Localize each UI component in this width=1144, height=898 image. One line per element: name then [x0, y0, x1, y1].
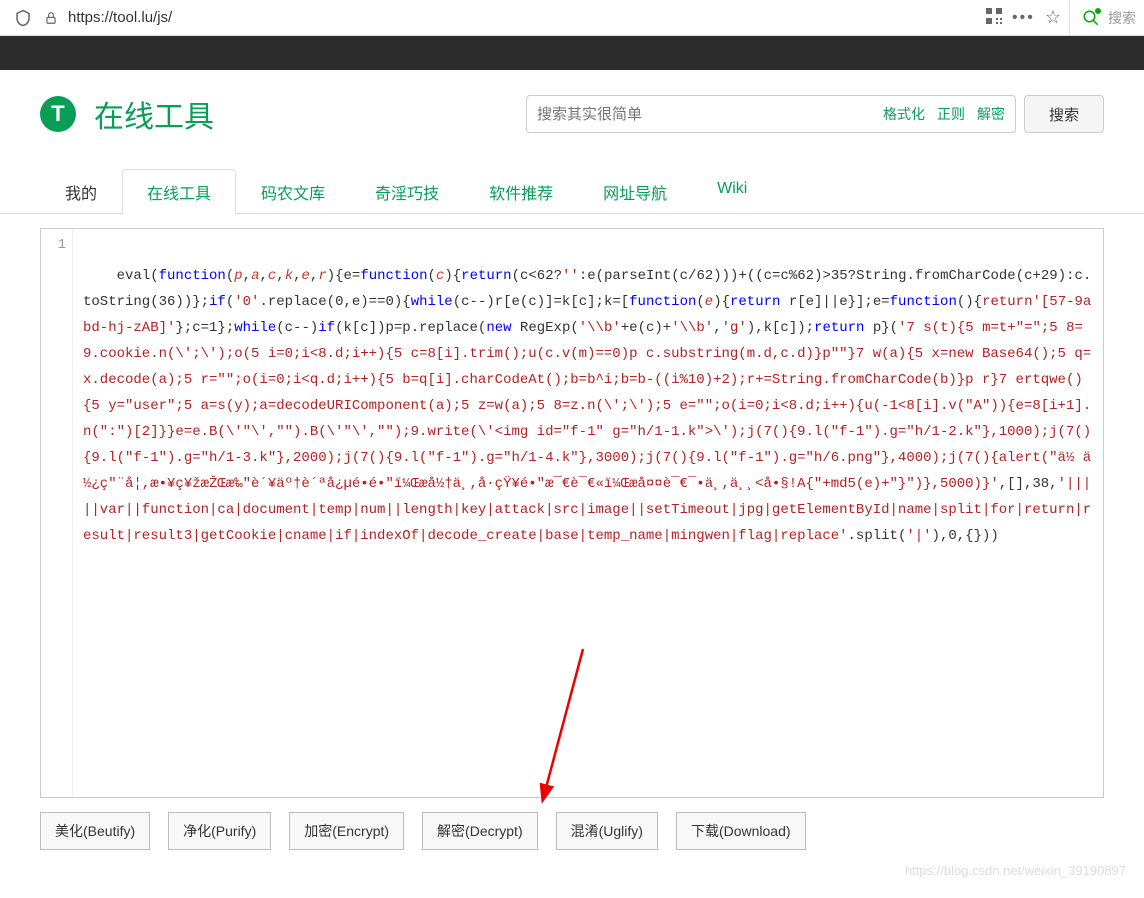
site-logo[interactable]: T [40, 96, 76, 132]
action-btn-5[interactable]: 下载(Download) [676, 812, 806, 850]
search-icon[interactable] [1082, 9, 1100, 27]
site-search-box: 格式化 正则 解密 [526, 95, 1016, 133]
url-input[interactable]: https://tool.lu/js/ [64, 9, 986, 26]
search-tag-decrypt[interactable]: 解密 [977, 104, 1005, 124]
action-btn-2[interactable]: 加密(Encrypt) [289, 812, 404, 850]
nav-tab-4[interactable]: 软件推荐 [464, 169, 578, 214]
main-nav: 我的在线工具码农文库奇淫巧技软件推荐网址导航Wiki [0, 154, 1144, 214]
logo-letter: T [51, 101, 64, 127]
nav-tab-5[interactable]: 网址导航 [578, 169, 692, 214]
annotation-arrow [523, 639, 603, 819]
search-tag-regex[interactable]: 正则 [937, 104, 965, 124]
action-btn-4[interactable]: 混淆(Uglify) [556, 812, 658, 850]
browser-search-panel[interactable]: 搜索 [1069, 0, 1136, 35]
search-tag-format[interactable]: 格式化 [883, 104, 925, 124]
site-title: 在线工具 [94, 92, 214, 136]
top-banner [0, 36, 1144, 70]
action-btn-0[interactable]: 美化(Beutify) [40, 812, 150, 850]
search-suggestion-tags: 格式化 正则 解密 [883, 104, 1005, 124]
line-gutter: 1 [41, 229, 73, 797]
search-input[interactable] [537, 106, 883, 123]
more-icon[interactable]: ••• [1012, 9, 1035, 27]
action-button-row: 美化(Beutify) 净化(Purify) 加密(Encrypt) 解密(Decry… [40, 812, 1104, 850]
action-btn-1[interactable]: 净化(Purify) [168, 812, 271, 850]
search-button[interactable]: 搜索 [1024, 95, 1104, 133]
nav-tab-2[interactable]: 码农文库 [236, 169, 350, 214]
code-content[interactable]: eval(function(p,a,c,k,e,r){e=function(c)… [73, 229, 1103, 797]
nav-tab-0[interactable]: 我的 [40, 169, 122, 214]
shield-icon[interactable] [14, 9, 32, 27]
page-header: T 在线工具 格式化 正则 解密 搜索 [0, 70, 1144, 154]
bookmark-star-icon[interactable]: ☆ [1045, 7, 1061, 28]
action-btn-3[interactable]: 解密(Decrypt) [422, 812, 538, 850]
line-number: 1 [47, 237, 66, 253]
code-editor[interactable]: 1 eval(function(p,a,c,k,e,r){e=function(… [40, 228, 1104, 798]
browser-address-bar: https://tool.lu/js/ ••• ☆ 搜索 [0, 0, 1144, 36]
nav-tab-6[interactable]: Wiki [692, 169, 772, 214]
lock-icon[interactable] [44, 11, 58, 25]
qr-icon[interactable] [986, 8, 1002, 27]
browser-search-label: 搜索 [1108, 8, 1136, 28]
nav-tab-1[interactable]: 在线工具 [122, 169, 236, 214]
nav-tab-3[interactable]: 奇淫巧技 [350, 169, 464, 214]
watermark: https://blog.csdn.net/weixin_39190897 [905, 863, 1126, 878]
